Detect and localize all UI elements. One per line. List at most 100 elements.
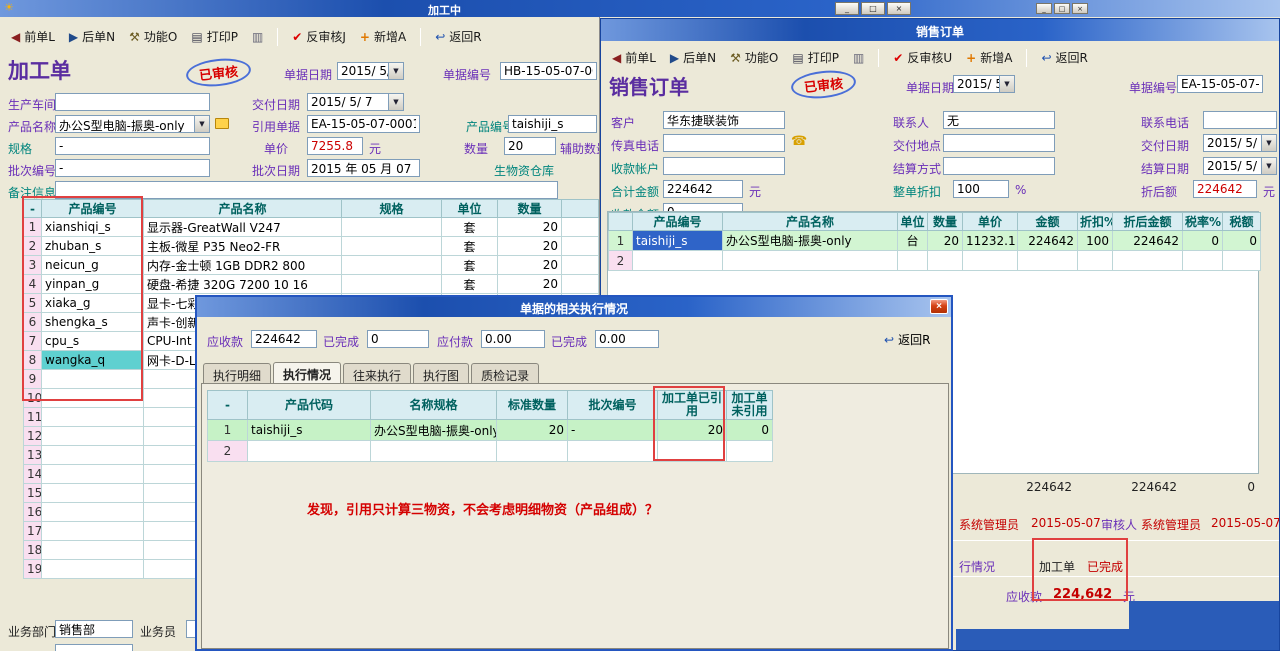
- row-index[interactable]: 14: [24, 465, 42, 484]
- discounted-input[interactable]: [1193, 180, 1257, 198]
- cell-product-code[interactable]: taishiji_s: [633, 231, 723, 251]
- row-index[interactable]: 17: [24, 522, 42, 541]
- cell-unused-qty[interactable]: [727, 441, 773, 462]
- col-product-name[interactable]: 产品名称: [723, 213, 898, 231]
- col-qty[interactable]: 数量: [928, 213, 963, 231]
- col-disc-amount[interactable]: 折后金额: [1113, 213, 1183, 231]
- cell-product-code[interactable]: xiaka_g: [42, 294, 144, 313]
- cell-disc-amount[interactable]: 224642: [1113, 231, 1183, 251]
- mdi-minimize-button[interactable]: _: [1036, 3, 1052, 14]
- total-input[interactable]: [663, 180, 743, 198]
- table-row[interactable]: 1 xianshiqi_s 显示器-GreatWall V247 套 20: [24, 218, 599, 237]
- print-button[interactable]: ▤ 打印P: [785, 46, 846, 69]
- row-index[interactable]: 13: [24, 446, 42, 465]
- doc-date-select[interactable]: 2015/ 5/ 7 ▼: [953, 75, 1015, 93]
- cell-unit[interactable]: 套: [442, 256, 498, 275]
- cell-product-name[interactable]: 显示器-GreatWall V247: [144, 218, 342, 237]
- table-row[interactable]: 4 yinpan_g 硬盘-希捷 320G 7200 10 16 套 20: [24, 275, 599, 294]
- cell-product-code[interactable]: [42, 465, 144, 484]
- row-index[interactable]: 16: [24, 503, 42, 522]
- cell-qty[interactable]: 20: [928, 231, 963, 251]
- print-settings-button[interactable]: ▥: [846, 49, 871, 67]
- col-discount[interactable]: 折扣%: [1078, 213, 1113, 231]
- cell-product-code[interactable]: wangka_q: [42, 351, 144, 370]
- cell-tax-rate[interactable]: 0: [1183, 231, 1223, 251]
- maximize-button[interactable]: □: [861, 2, 885, 15]
- cell-batch-no[interactable]: [568, 441, 658, 462]
- doc-date-select[interactable]: 2015/ 5/ 7 ▼: [337, 62, 404, 80]
- minimize-button[interactable]: _: [835, 2, 859, 15]
- cell-product-code[interactable]: [633, 251, 723, 271]
- col-qty[interactable]: 数量: [498, 200, 562, 218]
- execution-table[interactable]: - 产品代码 名称规格 标准数量 批次编号 加工单已引用 加工单未引用 1 ta…: [207, 390, 773, 462]
- batch-date-input[interactable]: [307, 159, 420, 177]
- col-amount[interactable]: 金额: [1018, 213, 1078, 231]
- cell-qty[interactable]: 20: [498, 237, 562, 256]
- doc-no-input[interactable]: [500, 62, 597, 80]
- col-tax[interactable]: 税额: [1223, 213, 1261, 231]
- table-row[interactable]: 2 zhuban_s 主板-微星 P35 Neo2-FR 套 20: [24, 237, 599, 256]
- close-icon[interactable]: ×: [930, 299, 948, 314]
- cell-qty[interactable]: 20: [498, 256, 562, 275]
- cell-product-name[interactable]: 主板-微星 P35 Neo2-FR: [144, 237, 342, 256]
- table-row[interactable]: 2: [609, 251, 1261, 271]
- dept-input[interactable]: [55, 620, 133, 638]
- folder-icon[interactable]: [215, 118, 229, 129]
- cell-unused-qty[interactable]: 0: [727, 420, 773, 441]
- cell-used-qty[interactable]: 20: [658, 420, 727, 441]
- cell-spec[interactable]: [342, 237, 442, 256]
- cell-spec[interactable]: [342, 256, 442, 275]
- cell-price[interactable]: [963, 251, 1018, 271]
- deliver-date-select[interactable]: 2015/ 5/ 7 ▼: [307, 93, 404, 111]
- row-index[interactable]: 2: [609, 251, 633, 271]
- back-button[interactable]: ↩ 返回R: [877, 328, 937, 351]
- row-index[interactable]: 4: [24, 275, 42, 294]
- spec-input[interactable]: [55, 137, 210, 155]
- next-doc-button[interactable]: ▶ 后单N: [62, 25, 122, 48]
- row-index[interactable]: 8: [24, 351, 42, 370]
- col-index[interactable]: -: [208, 391, 248, 420]
- qty-input[interactable]: [504, 137, 556, 155]
- cell-product-code[interactable]: [42, 503, 144, 522]
- cell-product-code[interactable]: [42, 484, 144, 503]
- col-price[interactable]: 单价: [963, 213, 1018, 231]
- add-button[interactable]: + 新增A: [353, 25, 413, 48]
- cell-std-qty[interactable]: [497, 441, 568, 462]
- cell-unit[interactable]: 台: [898, 231, 928, 251]
- row-index[interactable]: 1: [609, 231, 633, 251]
- col-spec[interactable]: 规格: [342, 200, 442, 218]
- col-used-qty[interactable]: 加工单已引用: [658, 391, 727, 420]
- prev-doc-button[interactable]: ◀ 前单L: [4, 25, 62, 48]
- cell-product-code[interactable]: [42, 560, 144, 579]
- account-input[interactable]: [663, 157, 785, 175]
- col-tax-rate[interactable]: 税率%: [1183, 213, 1223, 231]
- row-index[interactable]: 9: [24, 370, 42, 389]
- cell-std-qty[interactable]: 20: [497, 420, 568, 441]
- col-unit[interactable]: 单位: [898, 213, 928, 231]
- cell-product-code[interactable]: [42, 408, 144, 427]
- row-index[interactable]: 19: [24, 560, 42, 579]
- row-index[interactable]: 3: [24, 256, 42, 275]
- price-input[interactable]: [307, 137, 363, 155]
- cell-used-qty[interactable]: [658, 441, 727, 462]
- col-index[interactable]: -: [24, 200, 42, 218]
- row-index[interactable]: 10: [24, 389, 42, 408]
- sales-items-table[interactable]: 产品编号 产品名称 单位 数量 单价 金额 折扣% 折后金额 税率% 税额: [608, 212, 1261, 271]
- back-button[interactable]: ↩ 返回R: [428, 25, 488, 48]
- col-product-code[interactable]: 产品编号: [633, 213, 723, 231]
- cell-discount[interactable]: 100: [1078, 231, 1113, 251]
- next-doc-button[interactable]: ▶ 后单N: [663, 46, 723, 69]
- cell-product-code[interactable]: shengka_s: [42, 313, 144, 332]
- cell-amount[interactable]: 224642: [1018, 231, 1078, 251]
- deliver-place-input[interactable]: [943, 134, 1055, 152]
- cell-unit[interactable]: 套: [442, 275, 498, 294]
- cell-name-spec[interactable]: 办公S型电脑-振奥-only: [371, 420, 497, 441]
- cell-qty[interactable]: 20: [498, 275, 562, 294]
- print-settings-button[interactable]: ▥: [245, 28, 270, 46]
- unaudit-button[interactable]: ✔ 反审核U: [886, 46, 959, 69]
- settle-date-select[interactable]: 2015/ 5/ 7 ▼: [1203, 157, 1277, 175]
- cell-product-code[interactable]: [42, 541, 144, 560]
- chevron-down-icon[interactable]: ▼: [999, 76, 1014, 92]
- pay-done-input[interactable]: [595, 330, 659, 348]
- cell-product-code[interactable]: neicun_g: [42, 256, 144, 275]
